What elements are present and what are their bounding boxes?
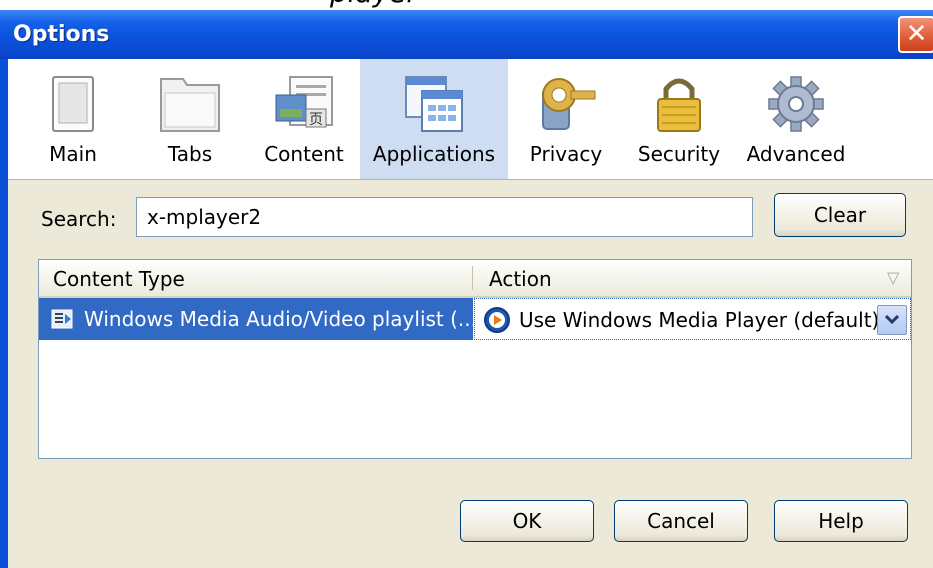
sort-arrow-icon: ▽	[887, 268, 900, 287]
column-separator	[472, 266, 473, 290]
table-row[interactable]: Windows Media Audio/Video playlist (... …	[39, 298, 911, 340]
pane-applications-label: Applications	[372, 142, 496, 166]
action-dropdown-button[interactable]	[877, 305, 907, 335]
cancel-button[interactable]: Cancel	[614, 500, 748, 542]
security-pane-icon	[657, 78, 701, 132]
content-pane-icon: 页	[275, 76, 333, 128]
close-button[interactable]: ✕	[898, 16, 933, 53]
background-strip: player	[0, 0, 933, 10]
title-bar[interactable]: Options ✕	[0, 10, 933, 59]
content-type-list[interactable]: Content Type Action ▽ Windows Media Audi…	[38, 259, 912, 459]
pane-applications-button[interactable]: Applications	[360, 59, 508, 179]
pane-security-button[interactable]: Security	[628, 59, 730, 179]
options-dialog: Options ✕ Main Tabs 页 Content Applicatio…	[0, 10, 933, 568]
pane-advanced-button[interactable]: Advanced	[736, 59, 856, 179]
applications-pane-icon	[405, 76, 463, 132]
column-header-action[interactable]: Action	[489, 267, 552, 291]
action-cell[interactable]: Use Windows Media Player (default)	[474, 298, 911, 340]
ok-button[interactable]: OK	[460, 500, 594, 542]
help-button[interactable]: Help	[774, 500, 908, 542]
search-input[interactable]	[136, 197, 753, 237]
pane-main-label: Main	[49, 142, 97, 166]
search-label: Search:	[41, 207, 117, 231]
pane-privacy-label: Privacy	[529, 142, 603, 166]
svg-text:页: 页	[309, 112, 323, 128]
content-type-text: Windows Media Audio/Video playlist (...	[84, 307, 477, 331]
dialog-body: Main Tabs 页 Content Applications Privacy…	[8, 59, 933, 568]
pane-tabs-button[interactable]: Tabs	[142, 59, 238, 179]
pane-advanced-label: Advanced	[746, 142, 846, 166]
window-title: Options	[13, 22, 110, 47]
pane-tabs-label: Tabs	[167, 142, 213, 166]
action-text: Use Windows Media Player (default)	[519, 308, 880, 332]
background-text: player	[330, 0, 418, 9]
pane-privacy-button[interactable]: Privacy	[518, 59, 614, 179]
windows-media-player-icon	[484, 307, 510, 333]
close-icon: ✕	[905, 19, 928, 49]
list-header: Content Type Action ▽	[39, 260, 911, 298]
content-type-cell[interactable]: Windows Media Audio/Video playlist (...	[39, 298, 477, 340]
privacy-pane-icon	[542, 78, 596, 130]
pane-main-button[interactable]: Main	[25, 59, 121, 179]
media-playlist-icon	[51, 309, 73, 329]
pane-content-button[interactable]: 页 Content	[252, 59, 356, 179]
pane-toolbar: Main Tabs 页 Content Applications Privacy…	[8, 59, 933, 180]
main-pane-icon	[52, 76, 94, 132]
clear-button[interactable]: Clear	[774, 193, 906, 237]
chevron-down-icon	[885, 315, 899, 325]
tabs-pane-icon	[160, 78, 220, 132]
pane-content-label: Content	[264, 142, 344, 166]
advanced-pane-icon	[768, 76, 824, 132]
pane-security-label: Security	[637, 142, 721, 166]
column-header-content-type[interactable]: Content Type	[53, 267, 185, 291]
